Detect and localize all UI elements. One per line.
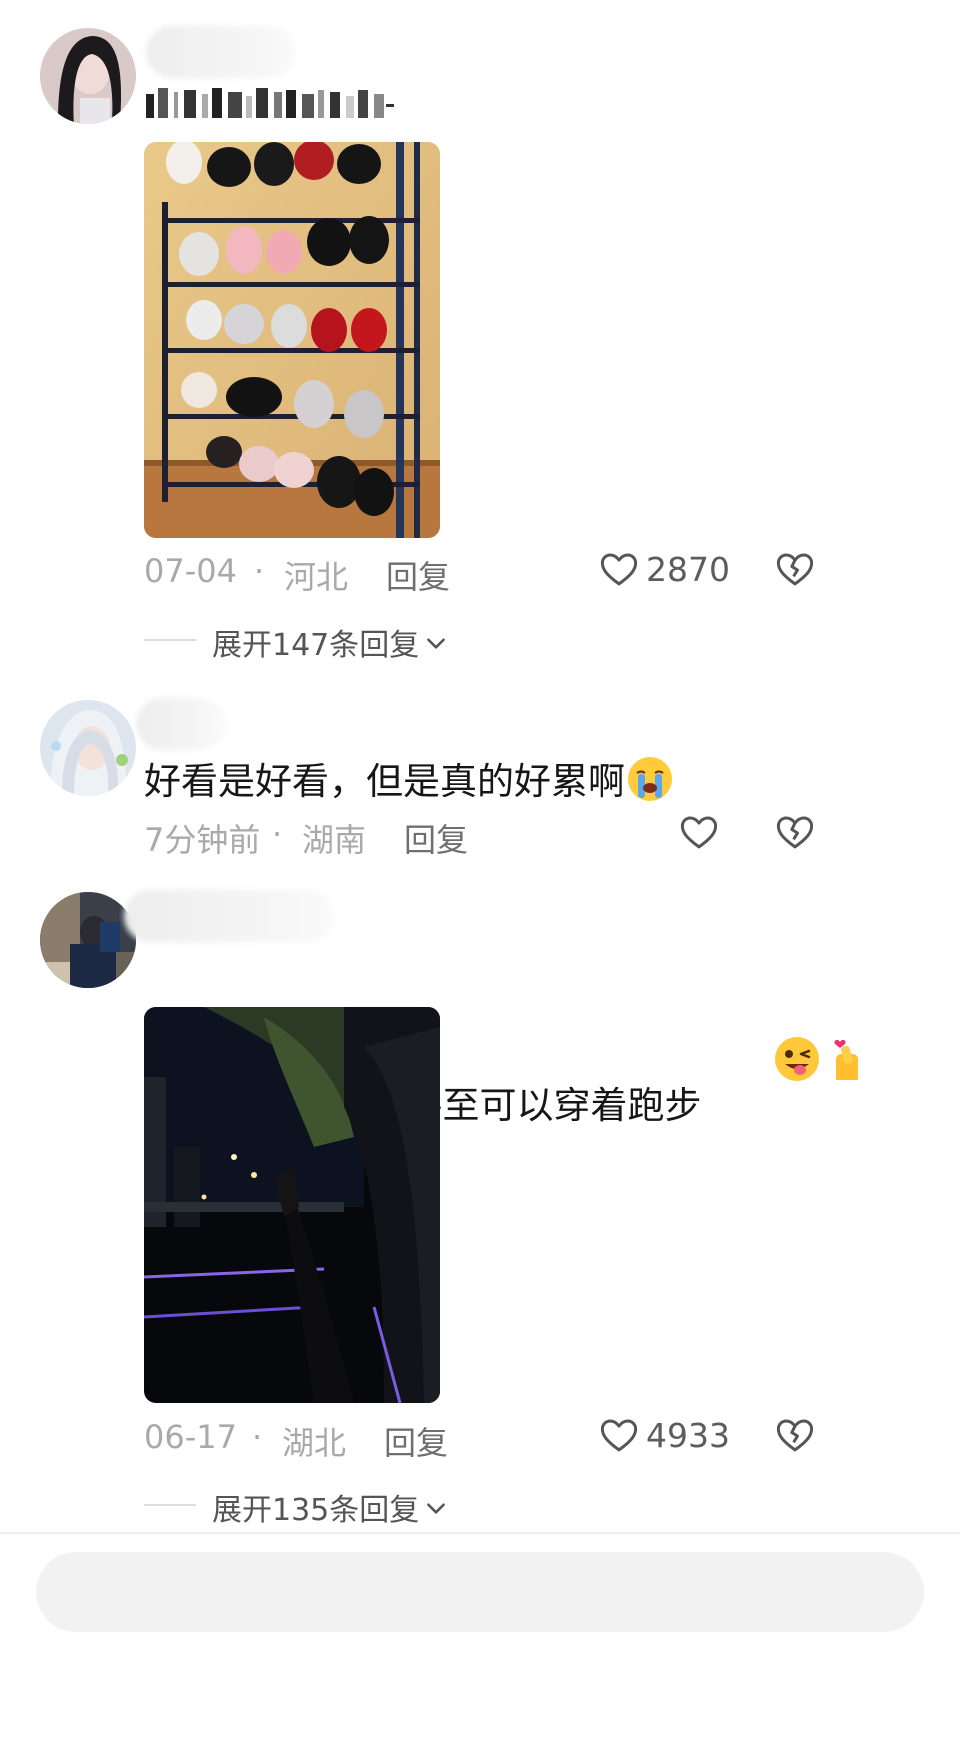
dislike-button[interactable] [774, 548, 816, 594]
meta-separator: · [272, 815, 283, 853]
heart-outline-icon [678, 811, 720, 853]
divider [144, 1504, 196, 1506]
avatar[interactable] [40, 28, 136, 124]
chevron-down-icon [423, 629, 449, 655]
comment-date: 06-17 [144, 1418, 237, 1456]
comment-date: 7分钟前 [144, 821, 261, 859]
meta-separator: · [252, 1418, 263, 1456]
broken-heart-icon [774, 548, 816, 590]
comment-text-redacted [146, 86, 394, 122]
like-button[interactable]: 2870 [598, 548, 730, 590]
broken-heart-icon [774, 811, 816, 853]
dislike-button[interactable] [774, 811, 816, 857]
comment-location: 湖北 [282, 1424, 347, 1462]
loudly-crying-face-icon [627, 756, 673, 802]
like-count: 4933 [646, 1415, 730, 1455]
like-button[interactable]: 4933 [598, 1414, 730, 1456]
expand-replies-label: 展开135条回复 [212, 1493, 420, 1528]
comment-text: 好看是好看，但是真的好累啊 [144, 756, 673, 804]
comment-location: 河北 [284, 558, 349, 596]
comment-photo-shoe-rack[interactable] [144, 142, 440, 538]
winking-tongue-face-icon [704, 991, 820, 1081]
reply-button[interactable]: 回复 [404, 815, 468, 861]
avatar[interactable] [40, 892, 136, 988]
avatar[interactable] [40, 700, 136, 796]
heart-outline-icon [598, 548, 640, 590]
reply-button[interactable]: 回复 [386, 552, 450, 598]
bottom-divider [0, 1532, 960, 1534]
reply-button[interactable]: 回复 [384, 1418, 448, 1464]
divider [144, 639, 196, 641]
username-redacted[interactable] [124, 890, 334, 942]
heart-outline-icon [598, 1414, 640, 1456]
like-count: 2870 [646, 549, 730, 589]
comment-input-bar[interactable] [36, 1552, 924, 1632]
finger-heart-icon [752, 991, 859, 1080]
comment-location: 湖南 [302, 821, 367, 859]
meta-separator: · [254, 552, 265, 590]
comment-photo-car-night[interactable] [144, 1007, 440, 1403]
dislike-button[interactable] [774, 1414, 816, 1460]
like-button[interactable] [678, 811, 720, 857]
broken-heart-icon [774, 1414, 816, 1456]
chevron-down-icon [423, 1494, 449, 1520]
expand-replies-button[interactable]: 展开135条回复 [212, 1485, 449, 1529]
expand-replies-button[interactable]: 展开147条回复 [212, 620, 449, 664]
comment-text-content: 好看是好看，但是真的好累啊 [144, 760, 625, 803]
username-redacted[interactable] [136, 698, 226, 750]
username-redacted[interactable] [146, 26, 296, 78]
expand-replies-label: 展开147条回复 [212, 628, 420, 663]
comment-date: 07-04 [144, 552, 237, 590]
